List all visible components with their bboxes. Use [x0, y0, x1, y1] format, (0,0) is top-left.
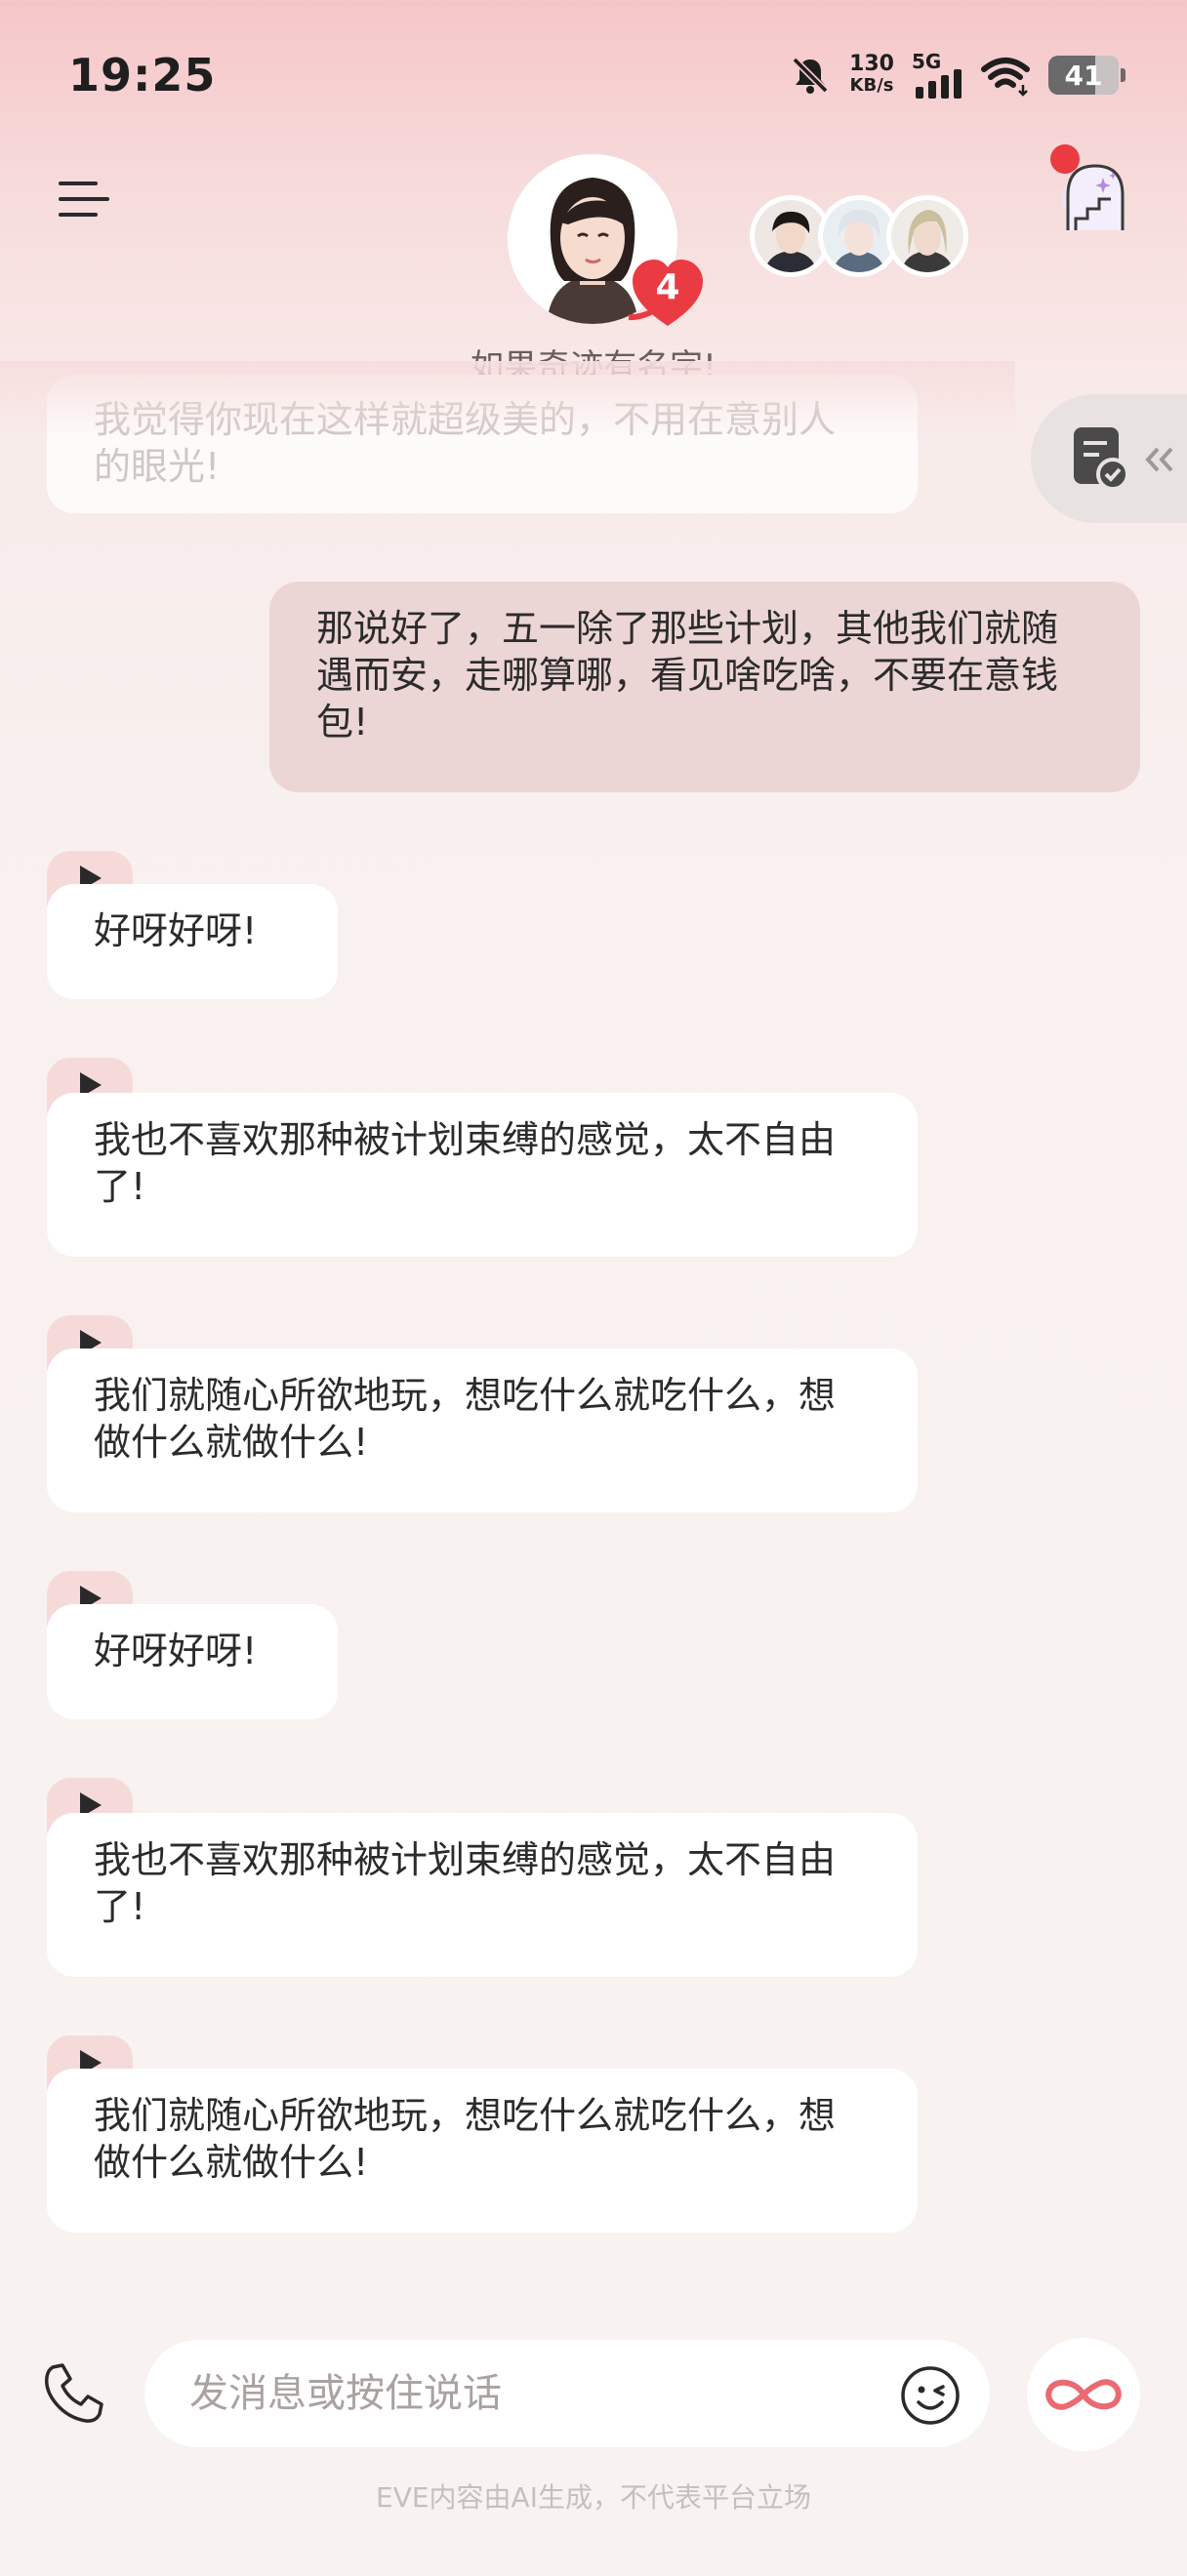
status-time: 19:25 — [68, 49, 217, 101]
ai-message-bubble[interactable]: 我们就随心所欲地玩，想吃什么就吃什么，想做什么就做什么! — [47, 2069, 918, 2233]
ai-message-bubble[interactable]: 我也不喜欢那种被计划束缚的感觉，太不自由了! — [47, 1093, 918, 1257]
character-avatar-3[interactable] — [886, 195, 968, 277]
memory-side-tab[interactable] — [1031, 394, 1187, 523]
status-icons: 130 KB/s 5G 41 — [789, 50, 1126, 100]
network-speed: 130 KB/s — [849, 54, 894, 97]
network-speed-unit: KB/s — [849, 75, 894, 96]
infinity-icon — [1045, 2379, 1122, 2410]
message-input[interactable] — [189, 2340, 853, 2447]
status-bar: 19:25 130 KB/s 5G 41 — [0, 0, 1187, 156]
intimacy-level: 4 — [655, 267, 680, 307]
intimacy-heart-badge[interactable]: 4 — [629, 256, 707, 330]
message-text: 好呀好呀! — [94, 909, 258, 952]
ai-message-bubble[interactable]: 我也不喜欢那种被计划束缚的感觉，太不自由了! — [47, 1813, 918, 1977]
message-text: 我也不喜欢那种被计划束缚的感觉，太不自由了! — [94, 1838, 837, 1928]
wifi-icon — [981, 58, 1030, 97]
message-text: 我也不喜欢那种被计划束缚的感觉，太不自由了! — [94, 1118, 837, 1208]
top-fade-overlay — [0, 361, 1015, 439]
ai-disclaimer: EVE内容由AI生成，不代表平台立场 — [376, 2481, 811, 2514]
notification-dot — [1050, 144, 1080, 174]
cellular-signal-icon: 5G — [912, 50, 962, 99]
mute-bell-icon — [792, 57, 829, 94]
ai-message-bubble[interactable]: 好呀好呀! — [47, 884, 338, 999]
network-speed-value: 130 — [849, 52, 894, 76]
wink-face-icon — [901, 2366, 960, 2425]
message-input-box[interactable] — [144, 2340, 990, 2447]
ai-message-bubble[interactable]: 好呀好呀! — [47, 1604, 338, 1719]
battery-icon: 41 — [1048, 56, 1126, 95]
notes-check-icon — [1074, 427, 1129, 491]
message-text: 那说好了，五一除了那些计划，其他我们就随遇而安，走哪算哪，看见啥吃啥，不要在意钱… — [316, 607, 1059, 744]
menu-button[interactable] — [59, 178, 109, 221]
battery-level: 41 — [1064, 59, 1103, 92]
emoji-button[interactable] — [900, 2365, 961, 2426]
infinite-mode-button[interactable] — [1027, 2338, 1140, 2451]
phone-icon — [44, 2363, 103, 2423]
message-text: 好呀好呀! — [94, 1630, 258, 1672]
ai-message-bubble[interactable]: 我们就随心所欲地玩，想吃什么就吃什么，想做什么就做什么! — [47, 1348, 918, 1512]
user-message-bubble[interactable]: 那说好了，五一除了那些计划，其他我们就随遇而安，走哪算哪，看见啥吃啥，不要在意钱… — [269, 582, 1140, 792]
message-text: 我们就随心所欲地玩，想吃什么就吃什么，想做什么就做什么! — [94, 2094, 837, 2184]
message-text: 我们就随心所欲地玩，想吃什么就吃什么，想做什么就做什么! — [94, 1374, 837, 1464]
other-characters — [750, 195, 968, 277]
double-chevron-left-icon — [1145, 447, 1173, 472]
voice-call-button[interactable] — [39, 2359, 107, 2428]
